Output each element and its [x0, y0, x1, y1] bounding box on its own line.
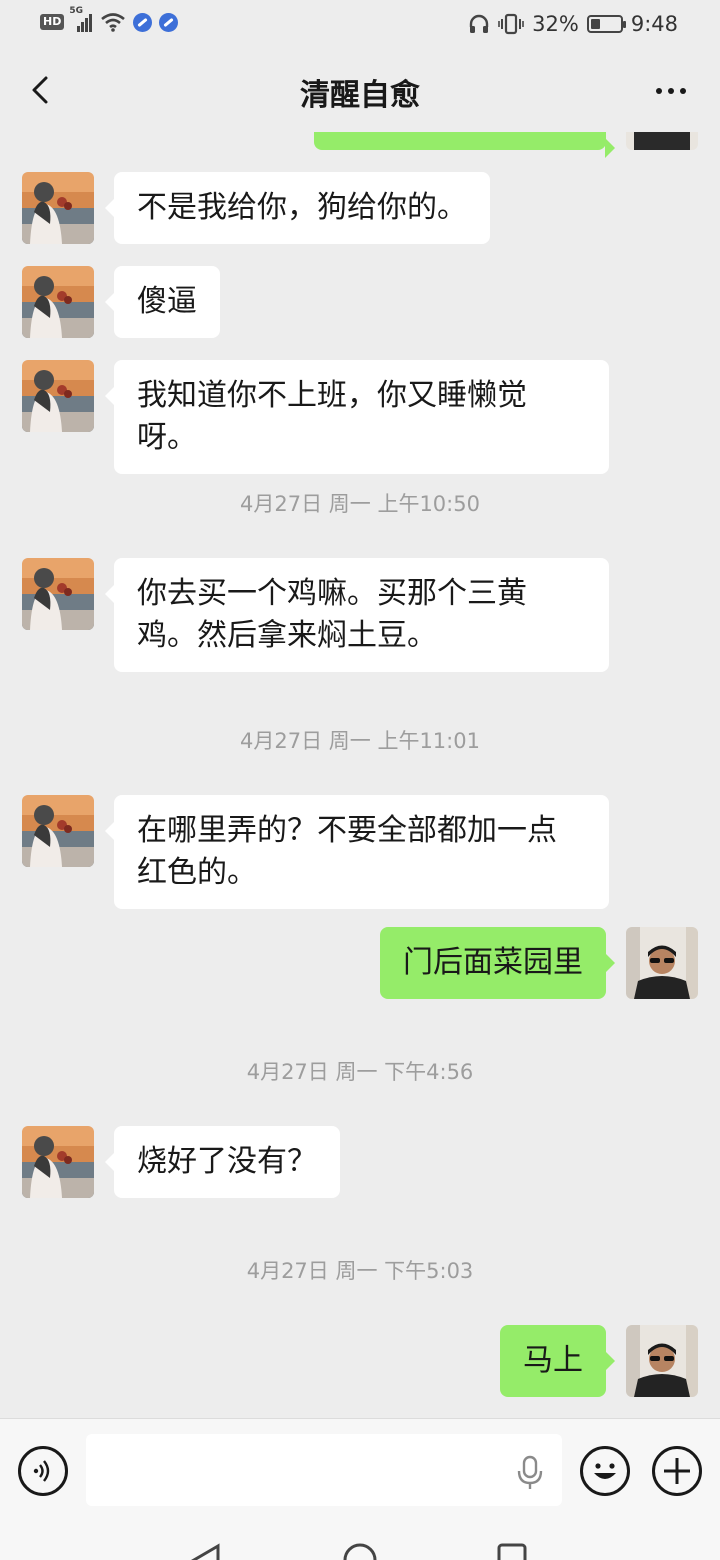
input-bar	[0, 1418, 720, 1522]
clock: 9:48	[630, 12, 678, 36]
status-bar: HD 5G 32% 9:48	[0, 0, 720, 48]
cellular-signal-icon: 5G	[69, 6, 93, 32]
chat-title: 清醒自愈	[300, 78, 420, 113]
battery-icon	[586, 15, 626, 33]
message-bubble-incoming[interactable]: 不是我给你，狗给你的。	[105, 172, 490, 244]
microphone-icon[interactable]	[514, 1455, 546, 1491]
message-list[interactable]: 不是我给你，狗给你的。 傻逼 我知道你不上班，你又睡懒觉呀。 4月27日 周一 …	[0, 132, 720, 1418]
avatar-contact[interactable]	[22, 360, 94, 432]
avatar-self[interactable]	[626, 132, 698, 150]
timestamp: 4月27日 周一 下午5:03	[246, 1259, 474, 1283]
app-notification-icon	[159, 12, 179, 32]
more-dots-icon[interactable]	[656, 88, 686, 94]
message-bubble-incoming[interactable]: 在哪里弄的？不要全部都加一点红色的。	[105, 795, 609, 909]
avatar-self[interactable]	[626, 1325, 698, 1397]
plus-icon[interactable]	[652, 1446, 702, 1496]
avatar-contact[interactable]	[22, 1126, 94, 1198]
home-circle-icon[interactable]	[342, 1542, 378, 1560]
message-bubble-incoming[interactable]: 我知道你不上班，你又睡懒觉呀。	[105, 360, 609, 474]
network-type: 5G	[69, 6, 83, 16]
timestamp: 4月27日 周一 上午10:50	[240, 492, 480, 516]
app-notification-icon	[133, 12, 153, 32]
chat-header: 清醒自愈	[0, 48, 720, 132]
emoji-icon[interactable]	[580, 1446, 630, 1496]
back-triangle-icon[interactable]	[188, 1542, 224, 1560]
avatar-contact[interactable]	[22, 266, 94, 338]
voice-mode-icon[interactable]	[18, 1446, 68, 1496]
message-bubble-outgoing[interactable]: 马上	[500, 1325, 615, 1397]
avatar-contact[interactable]	[22, 795, 94, 867]
battery-percent: 32%	[532, 12, 579, 36]
timestamp: 4月27日 周一 上午11:01	[240, 729, 480, 753]
vibrate-icon	[498, 13, 524, 35]
avatar-contact[interactable]	[22, 172, 94, 244]
system-navigation-bar	[0, 1522, 720, 1560]
message-input[interactable]	[86, 1434, 562, 1506]
message-bubble-incoming[interactable]: 烧好了没有？	[105, 1126, 340, 1198]
message-bubble-incoming[interactable]: 你去买一个鸡嘛。买那个三黄鸡。然后拿来焖土豆。	[105, 558, 609, 672]
message-bubble-outgoing[interactable]	[314, 132, 615, 158]
avatar-self[interactable]	[626, 927, 698, 999]
wifi-icon	[101, 13, 126, 32]
message-bubble-outgoing[interactable]: 门后面菜园里	[380, 927, 615, 999]
message-bubble-incoming[interactable]: 傻逼	[105, 266, 220, 338]
battery-level	[590, 19, 600, 29]
avatar-contact[interactable]	[22, 558, 94, 630]
timestamp: 4月27日 周一 下午4:56	[246, 1060, 474, 1084]
hd-badge: HD	[40, 14, 65, 30]
headphones-icon	[469, 14, 489, 33]
recents-square-icon[interactable]	[496, 1542, 528, 1560]
